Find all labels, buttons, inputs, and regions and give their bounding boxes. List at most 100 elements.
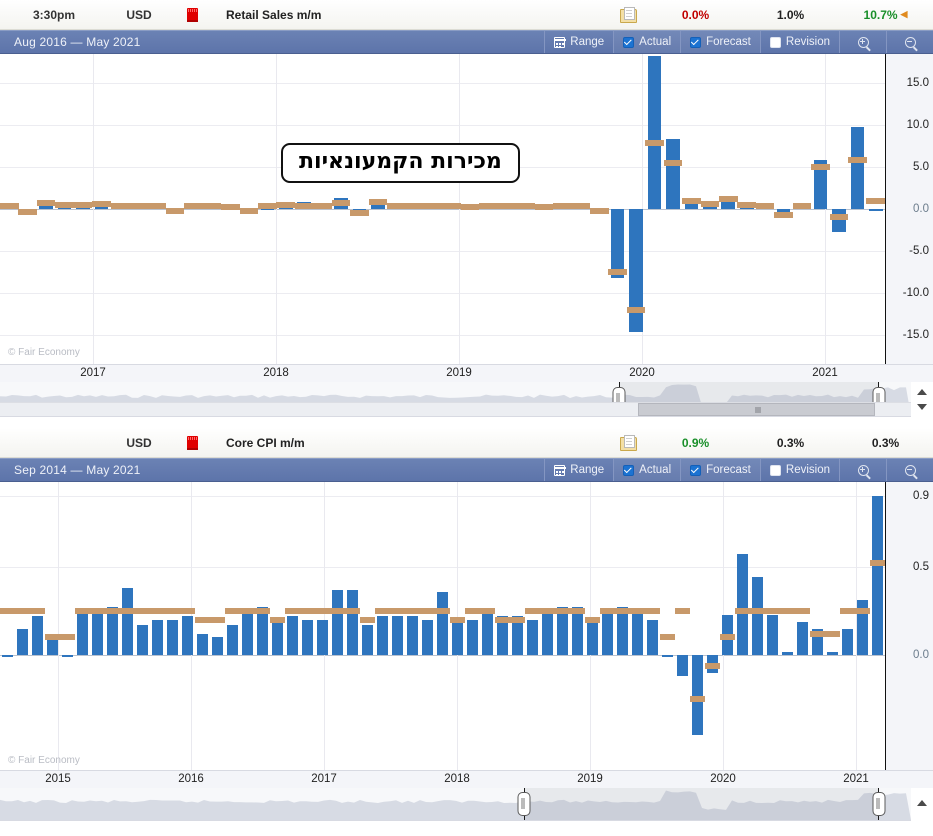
bar-actual[interactable] — [610, 209, 625, 278]
bar-actual[interactable] — [167, 619, 178, 656]
marker-forecast[interactable] — [829, 214, 849, 221]
bar-actual[interactable] — [677, 655, 688, 677]
marker-forecast[interactable] — [18, 208, 37, 215]
marker-forecast[interactable] — [464, 607, 481, 614]
marker-forecast[interactable] — [359, 616, 376, 623]
marker-forecast[interactable] — [423, 203, 443, 210]
bar-actual[interactable] — [842, 628, 853, 656]
marker-forecast[interactable] — [221, 204, 240, 211]
marker-forecast[interactable] — [59, 634, 76, 641]
range-button[interactable]: Range — [544, 31, 613, 53]
navigator-track[interactable] — [0, 788, 911, 821]
marker-forecast[interactable] — [0, 203, 19, 210]
event-row[interactable]: 3:30pm USD Retail Sales m/m 0.0% 1.0% 10… — [0, 0, 933, 30]
bar-actual[interactable] — [632, 610, 643, 656]
marker-forecast[interactable] — [104, 607, 121, 614]
bar-actual[interactable] — [347, 589, 358, 656]
marker-forecast[interactable] — [368, 199, 388, 206]
bar-actual[interactable] — [62, 655, 73, 657]
marker-forecast[interactable] — [539, 607, 556, 614]
revision-toggle[interactable]: Revision — [759, 31, 839, 53]
marker-forecast[interactable] — [239, 607, 256, 614]
marker-forecast[interactable] — [442, 203, 462, 210]
marker-forecast[interactable] — [534, 204, 554, 211]
marker-forecast[interactable] — [350, 210, 369, 217]
marker-forecast[interactable] — [554, 607, 571, 614]
bar-actual[interactable] — [227, 625, 238, 656]
marker-forecast[interactable] — [614, 607, 631, 614]
marker-forecast[interactable] — [571, 202, 591, 209]
marker-forecast[interactable] — [258, 203, 277, 210]
marker-forecast[interactable] — [179, 607, 196, 614]
marker-forecast[interactable] — [165, 207, 185, 214]
bar-actual[interactable] — [407, 616, 418, 656]
navigator-window[interactable] — [523, 788, 880, 820]
bar-actual[interactable] — [868, 209, 883, 211]
forecast-toggle[interactable]: Forecast — [680, 459, 760, 481]
marker-forecast[interactable] — [331, 200, 351, 207]
navigator-scroll-thumb[interactable] — [637, 403, 875, 416]
marker-forecast[interactable] — [405, 203, 425, 210]
bar-actual[interactable] — [557, 607, 568, 656]
bar-actual[interactable] — [257, 607, 268, 656]
marker-forecast[interactable] — [682, 197, 701, 204]
navigator-handle-right[interactable] — [872, 792, 886, 816]
marker-forecast[interactable] — [194, 616, 211, 623]
bar-actual[interactable] — [647, 55, 662, 209]
marker-forecast[interactable] — [737, 201, 757, 208]
marker-forecast[interactable] — [344, 607, 361, 614]
bar-actual[interactable] — [827, 651, 838, 656]
event-row[interactable]: USD Core CPI m/m 0.9% 0.3% 0.3% — [0, 428, 933, 458]
bar-actual[interactable] — [377, 616, 388, 656]
marker-forecast[interactable] — [73, 201, 93, 208]
marker-forecast[interactable] — [209, 616, 226, 623]
marker-forecast[interactable] — [276, 201, 296, 208]
marker-forecast[interactable] — [284, 607, 301, 614]
bar-actual[interactable] — [692, 655, 703, 735]
marker-forecast[interactable] — [792, 202, 812, 209]
bar-actual[interactable] — [32, 616, 43, 656]
bar-actual[interactable] — [629, 209, 643, 333]
marker-forecast[interactable] — [569, 607, 586, 614]
navigator-scrollbar[interactable] — [0, 402, 911, 416]
marker-forecast[interactable] — [749, 607, 766, 614]
marker-forecast[interactable] — [460, 204, 480, 211]
marker-forecast[interactable] — [704, 662, 721, 669]
forecast-toggle[interactable]: Forecast — [680, 31, 760, 53]
spinner-up-icon[interactable] — [917, 388, 927, 395]
bar-actual[interactable] — [137, 625, 148, 656]
marker-forecast[interactable] — [44, 634, 61, 641]
marker-forecast[interactable] — [718, 195, 738, 202]
marker-forecast[interactable] — [479, 607, 496, 614]
marker-forecast[interactable] — [128, 202, 148, 209]
marker-forecast[interactable] — [147, 202, 167, 209]
marker-forecast[interactable] — [434, 607, 451, 614]
bar-actual[interactable] — [272, 619, 283, 656]
marker-forecast[interactable] — [553, 203, 572, 210]
chart-plot-area[interactable]: 0.9 0.5 0.0 2015 2016 2017 2018 2019 2020 2021 ©… — [0, 482, 933, 788]
marker-forecast[interactable] — [184, 203, 203, 210]
marker-forecast[interactable] — [479, 203, 498, 210]
marker-forecast[interactable] — [269, 616, 286, 623]
marker-forecast[interactable] — [110, 203, 130, 210]
marker-forecast[interactable] — [404, 607, 421, 614]
bar-actual[interactable] — [92, 612, 103, 656]
marker-forecast[interactable] — [449, 616, 466, 623]
bar-actual[interactable] — [212, 637, 223, 656]
marker-forecast[interactable] — [869, 560, 886, 567]
bar-actual[interactable] — [152, 619, 163, 656]
marker-forecast[interactable] — [313, 202, 332, 209]
marker-forecast[interactable] — [387, 202, 406, 209]
marker-forecast[interactable] — [524, 607, 541, 614]
marker-forecast[interactable] — [689, 696, 706, 703]
marker-forecast[interactable] — [89, 607, 106, 614]
marker-forecast[interactable] — [659, 634, 676, 641]
bar-actual[interactable] — [527, 619, 538, 656]
bar-actual[interactable] — [737, 554, 748, 656]
marker-forecast[interactable] — [629, 607, 646, 614]
vertical-zoom-spinner[interactable] — [913, 384, 931, 414]
marker-forecast[interactable] — [700, 200, 720, 207]
marker-forecast[interactable] — [224, 607, 241, 614]
marker-forecast[interactable] — [419, 607, 436, 614]
marker-forecast[interactable] — [509, 616, 526, 623]
